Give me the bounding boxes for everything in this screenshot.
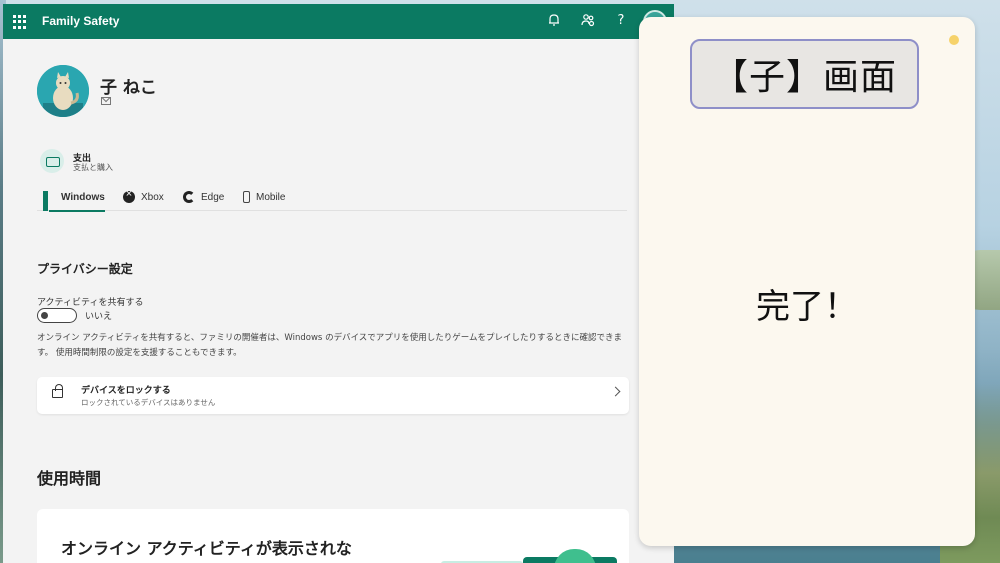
main-content: 子 ねこ 支出 支払と購入 Windows Xbox Edge Mobile プ… — [3, 39, 674, 563]
status-dot — [949, 35, 959, 45]
share-activity-toggle[interactable] — [37, 308, 77, 323]
lock-device-subtitle: ロックされているデバイスはありません — [81, 398, 216, 407]
spending-subtitle: 支払と購入 — [73, 163, 113, 172]
privacy-title: プライバシー設定 — [37, 262, 133, 276]
illustration — [554, 549, 596, 563]
help-icon[interactable]: ? — [613, 13, 629, 29]
tab-label: Windows — [61, 191, 105, 203]
family-safety-window: Family Safety ? 子 ねこ 支出 支払と購入 Windows × … — [3, 4, 674, 563]
tab-edge[interactable]: Edge — [183, 183, 224, 211]
edge-icon — [183, 191, 195, 203]
completion-message: 完了！ — [756, 287, 858, 327]
lock-device-card[interactable]: デバイスをロックする ロックされているデバイスはありません — [37, 377, 629, 414]
tab-windows[interactable]: Windows — [43, 183, 105, 212]
app-header: Family Safety ? — [3, 4, 674, 39]
child-name: 子 ねこ — [100, 78, 157, 98]
overlay-panel: 【子】画面 完了！ — [639, 17, 975, 546]
chevron-right-icon — [610, 386, 621, 397]
screen-label: 【子】画面 — [690, 39, 919, 109]
mail-icon — [101, 97, 111, 105]
share-activity-label: アクティビティを共有する — [37, 298, 144, 308]
family-settings-icon[interactable] — [580, 13, 596, 29]
child-avatar — [37, 65, 89, 117]
lock-device-title: デバイスをロックする — [81, 386, 171, 396]
app-title: Family Safety — [42, 14, 120, 28]
xbox-icon — [123, 188, 135, 203]
usage-card-text: オンライン アクティビティが表示されな — [61, 539, 352, 558]
windows-icon — [43, 191, 55, 211]
app-launcher-icon[interactable] — [13, 15, 27, 29]
tab-label: Edge — [201, 191, 225, 203]
bell-icon[interactable] — [546, 13, 562, 29]
mobile-icon — [243, 191, 250, 203]
tab-label: Mobile — [256, 191, 286, 203]
spending-icon[interactable] — [40, 149, 64, 173]
tab-xbox[interactable]: Xbox — [123, 183, 164, 211]
tab-mobile[interactable]: Mobile — [243, 183, 285, 211]
usage-card: オンライン アクティビティが表示されな — [37, 509, 629, 563]
lock-icon — [52, 384, 63, 398]
device-tabs: Windows Xbox Edge Mobile — [37, 183, 627, 212]
toggle-state-text: いいえ — [85, 312, 113, 322]
usage-title: 使用時間 — [37, 469, 102, 488]
privacy-description: オンライン アクティビティを共有すると、ファミリの開催者は、Windows のデ… — [37, 333, 623, 358]
tab-label: Xbox — [141, 191, 164, 203]
